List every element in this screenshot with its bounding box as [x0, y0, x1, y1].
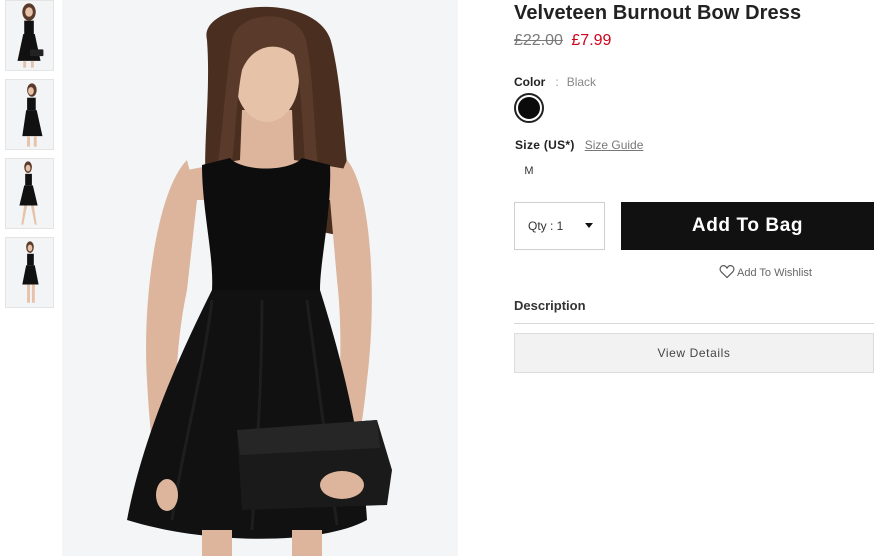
color-separator: :: [555, 75, 559, 89]
color-label: Color: [514, 75, 546, 89]
thumbnail-2[interactable]: [5, 79, 54, 150]
description-heading: Description: [514, 298, 586, 313]
product-title: Velveteen Burnout Bow Dress: [514, 2, 802, 24]
price-block: £22.00 £7.99: [514, 32, 611, 50]
sale-price: £7.99: [571, 32, 612, 49]
quantity-value: Qty : 1: [528, 219, 564, 233]
color-swatch-black[interactable]: [514, 93, 544, 123]
selected-color: Black: [566, 75, 597, 89]
thumbnail-3[interactable]: [5, 158, 54, 229]
product-main-image[interactable]: [62, 0, 458, 556]
thumbnail-1[interactable]: [5, 0, 54, 71]
divider: [514, 323, 874, 324]
color-row: Color: Black: [514, 75, 596, 89]
heart-icon: [719, 265, 735, 279]
thumbnail-image: [17, 3, 44, 68]
add-to-wishlist-link[interactable]: Add To Wishlist: [719, 264, 812, 279]
view-details-button[interactable]: View Details: [514, 333, 874, 373]
swatch-fill: [518, 97, 540, 119]
wishlist-label: Add To Wishlist: [737, 267, 812, 279]
thumbnail-image: [22, 241, 39, 303]
chevron-down-icon: [585, 223, 593, 228]
thumbnail-4[interactable]: [5, 237, 54, 308]
size-row: Size (US*) Size Guide: [515, 138, 643, 152]
quantity-select[interactable]: Qty : 1: [514, 202, 605, 250]
original-price: £22.00: [514, 32, 563, 49]
size-label: Size (US*): [515, 138, 575, 152]
size-guide-link[interactable]: Size Guide: [585, 138, 644, 152]
thumbnail-image: [19, 161, 38, 225]
thumbnail-image: [22, 83, 43, 147]
size-option-m[interactable]: M: [518, 161, 540, 181]
model-photo: [62, 0, 458, 556]
add-to-bag-button[interactable]: Add To Bag: [621, 202, 874, 250]
